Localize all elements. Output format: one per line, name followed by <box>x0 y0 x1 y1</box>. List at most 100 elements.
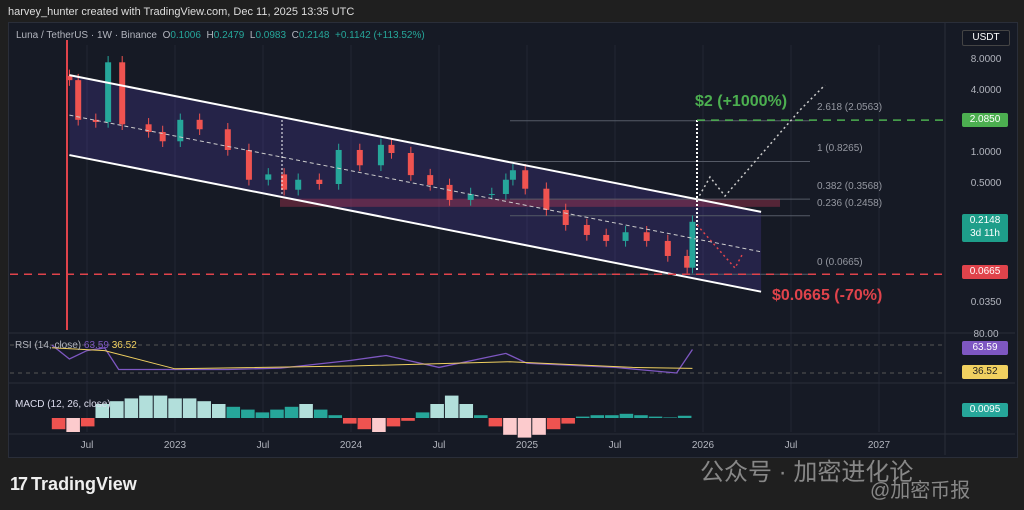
macd-bar <box>546 418 561 430</box>
fib-level-label: 0 (0.0665) <box>817 257 863 268</box>
macd-bar <box>517 418 532 438</box>
macd-bar <box>357 418 372 430</box>
candle-body <box>119 62 126 125</box>
candle-body <box>664 240 671 256</box>
macd-bar <box>590 415 605 418</box>
axis-tick: 4.0000 <box>970 85 1002 96</box>
candle-body <box>196 119 203 130</box>
candle-body <box>245 149 252 180</box>
macd-bar <box>343 418 357 424</box>
macd-bar <box>444 395 459 418</box>
candle-body <box>388 144 395 153</box>
currency-button[interactable]: USDT <box>962 30 1010 46</box>
macd-bar <box>605 415 619 418</box>
rsi-ma-value: 36.52 <box>111 340 137 351</box>
axis-tick: 0.0350 <box>970 297 1002 308</box>
price-chart[interactable] <box>0 0 1024 510</box>
macd-bar <box>51 418 66 430</box>
brand-name: TradingView <box>31 474 137 494</box>
close-label: C <box>291 30 299 41</box>
macd-bar <box>575 416 590 418</box>
fib-level-label: 1 (0.8265) <box>817 143 863 154</box>
macd-bar <box>561 418 575 424</box>
candle-body <box>177 119 184 142</box>
candle-body <box>583 224 590 235</box>
target-price-tag: 2.0850 <box>962 113 1008 127</box>
macd-bar <box>110 401 124 418</box>
macd-bar <box>270 409 284 418</box>
x-tick-label: 2027 <box>867 440 891 451</box>
rsi-title: RSI (14, close) <box>15 340 82 351</box>
candle-body <box>356 149 363 166</box>
fib-level-label: 0.382 (0.3568) <box>817 181 883 192</box>
candle-body <box>335 149 342 184</box>
candle-body <box>522 170 529 189</box>
candle-body <box>316 179 323 184</box>
macd-bar <box>503 418 517 435</box>
fib-level-label: 2.618 (2.0563) <box>817 102 883 113</box>
high-label: H <box>206 30 214 41</box>
last-price: 0.2148 <box>969 215 1001 226</box>
x-tick-label: 2023 <box>163 440 187 451</box>
macd-bar <box>211 404 226 418</box>
x-tick-label: Jul <box>432 440 446 451</box>
candle-body <box>502 179 509 194</box>
macd-bar <box>80 418 95 427</box>
macd-bar <box>153 395 168 418</box>
watermark-handle: @加密币报 <box>870 480 971 502</box>
candle-body <box>562 209 569 225</box>
macd-bar <box>474 415 488 418</box>
axis-tick: 1.0000 <box>970 147 1002 158</box>
rsi-ma-tag: 36.52 <box>962 365 1008 379</box>
macd-bar <box>532 418 546 435</box>
candle-body <box>407 153 414 176</box>
high-value: 0.2479 <box>213 30 245 41</box>
stop-price-tag: 0.0665 <box>962 265 1008 279</box>
rsi-value: 63.59 <box>83 340 109 351</box>
macd-bar <box>313 409 328 418</box>
macd-bar <box>168 398 182 418</box>
macd-bar <box>182 398 197 418</box>
axis-tick: 8.0000 <box>970 54 1002 65</box>
fib-level-label: 0.236 (0.2458) <box>817 198 883 209</box>
macd-bar <box>663 417 677 418</box>
x-tick-label: 2025 <box>515 440 539 451</box>
x-tick-label: Jul <box>80 440 94 451</box>
x-tick-label: 2026 <box>691 440 715 451</box>
x-tick-label: Jul <box>256 440 270 451</box>
macd-bar <box>226 406 241 418</box>
candle-body <box>643 232 650 241</box>
open-value: 0.1006 <box>170 30 201 41</box>
rsi-tag: 63.59 <box>962 341 1008 355</box>
candle-body <box>377 144 384 166</box>
rsi-legend: RSI (14, close) 63.59 36.52 <box>15 340 137 351</box>
macd-bar <box>619 413 634 418</box>
change-value: +0.1142 (+113.52%) <box>335 30 425 41</box>
macd-bar <box>401 418 415 421</box>
rsi-ma-line <box>51 347 693 370</box>
candle-body <box>509 170 516 180</box>
axis-tick: 0.5000 <box>970 178 1002 189</box>
symbol-legend: Luna / TetherUS · 1W · Binance O0.1006 H… <box>16 30 425 41</box>
candle-body <box>543 188 550 210</box>
candle-body <box>622 232 629 241</box>
macd-bar <box>328 415 342 418</box>
macd-bar <box>255 412 270 418</box>
macd-bar <box>648 416 663 418</box>
macd-bar <box>634 415 648 418</box>
macd-bar <box>415 412 430 418</box>
macd-bar <box>459 404 474 418</box>
candle-body <box>689 221 696 268</box>
downside-target-label: $0.0665 (-70%) <box>772 287 883 304</box>
candle-body <box>488 193 495 195</box>
macd-bar <box>124 398 139 418</box>
macd-tag: 0.0095 <box>962 403 1008 417</box>
macd-bar <box>241 409 255 418</box>
macd-legend: MACD (12, 26, close) <box>15 399 111 410</box>
macd-bar <box>197 401 211 418</box>
macd-bar <box>284 406 299 418</box>
close-value: 0.2148 <box>298 30 330 41</box>
macd-bar <box>430 404 444 418</box>
macd-bar <box>299 404 313 418</box>
macd-bar <box>386 418 401 427</box>
